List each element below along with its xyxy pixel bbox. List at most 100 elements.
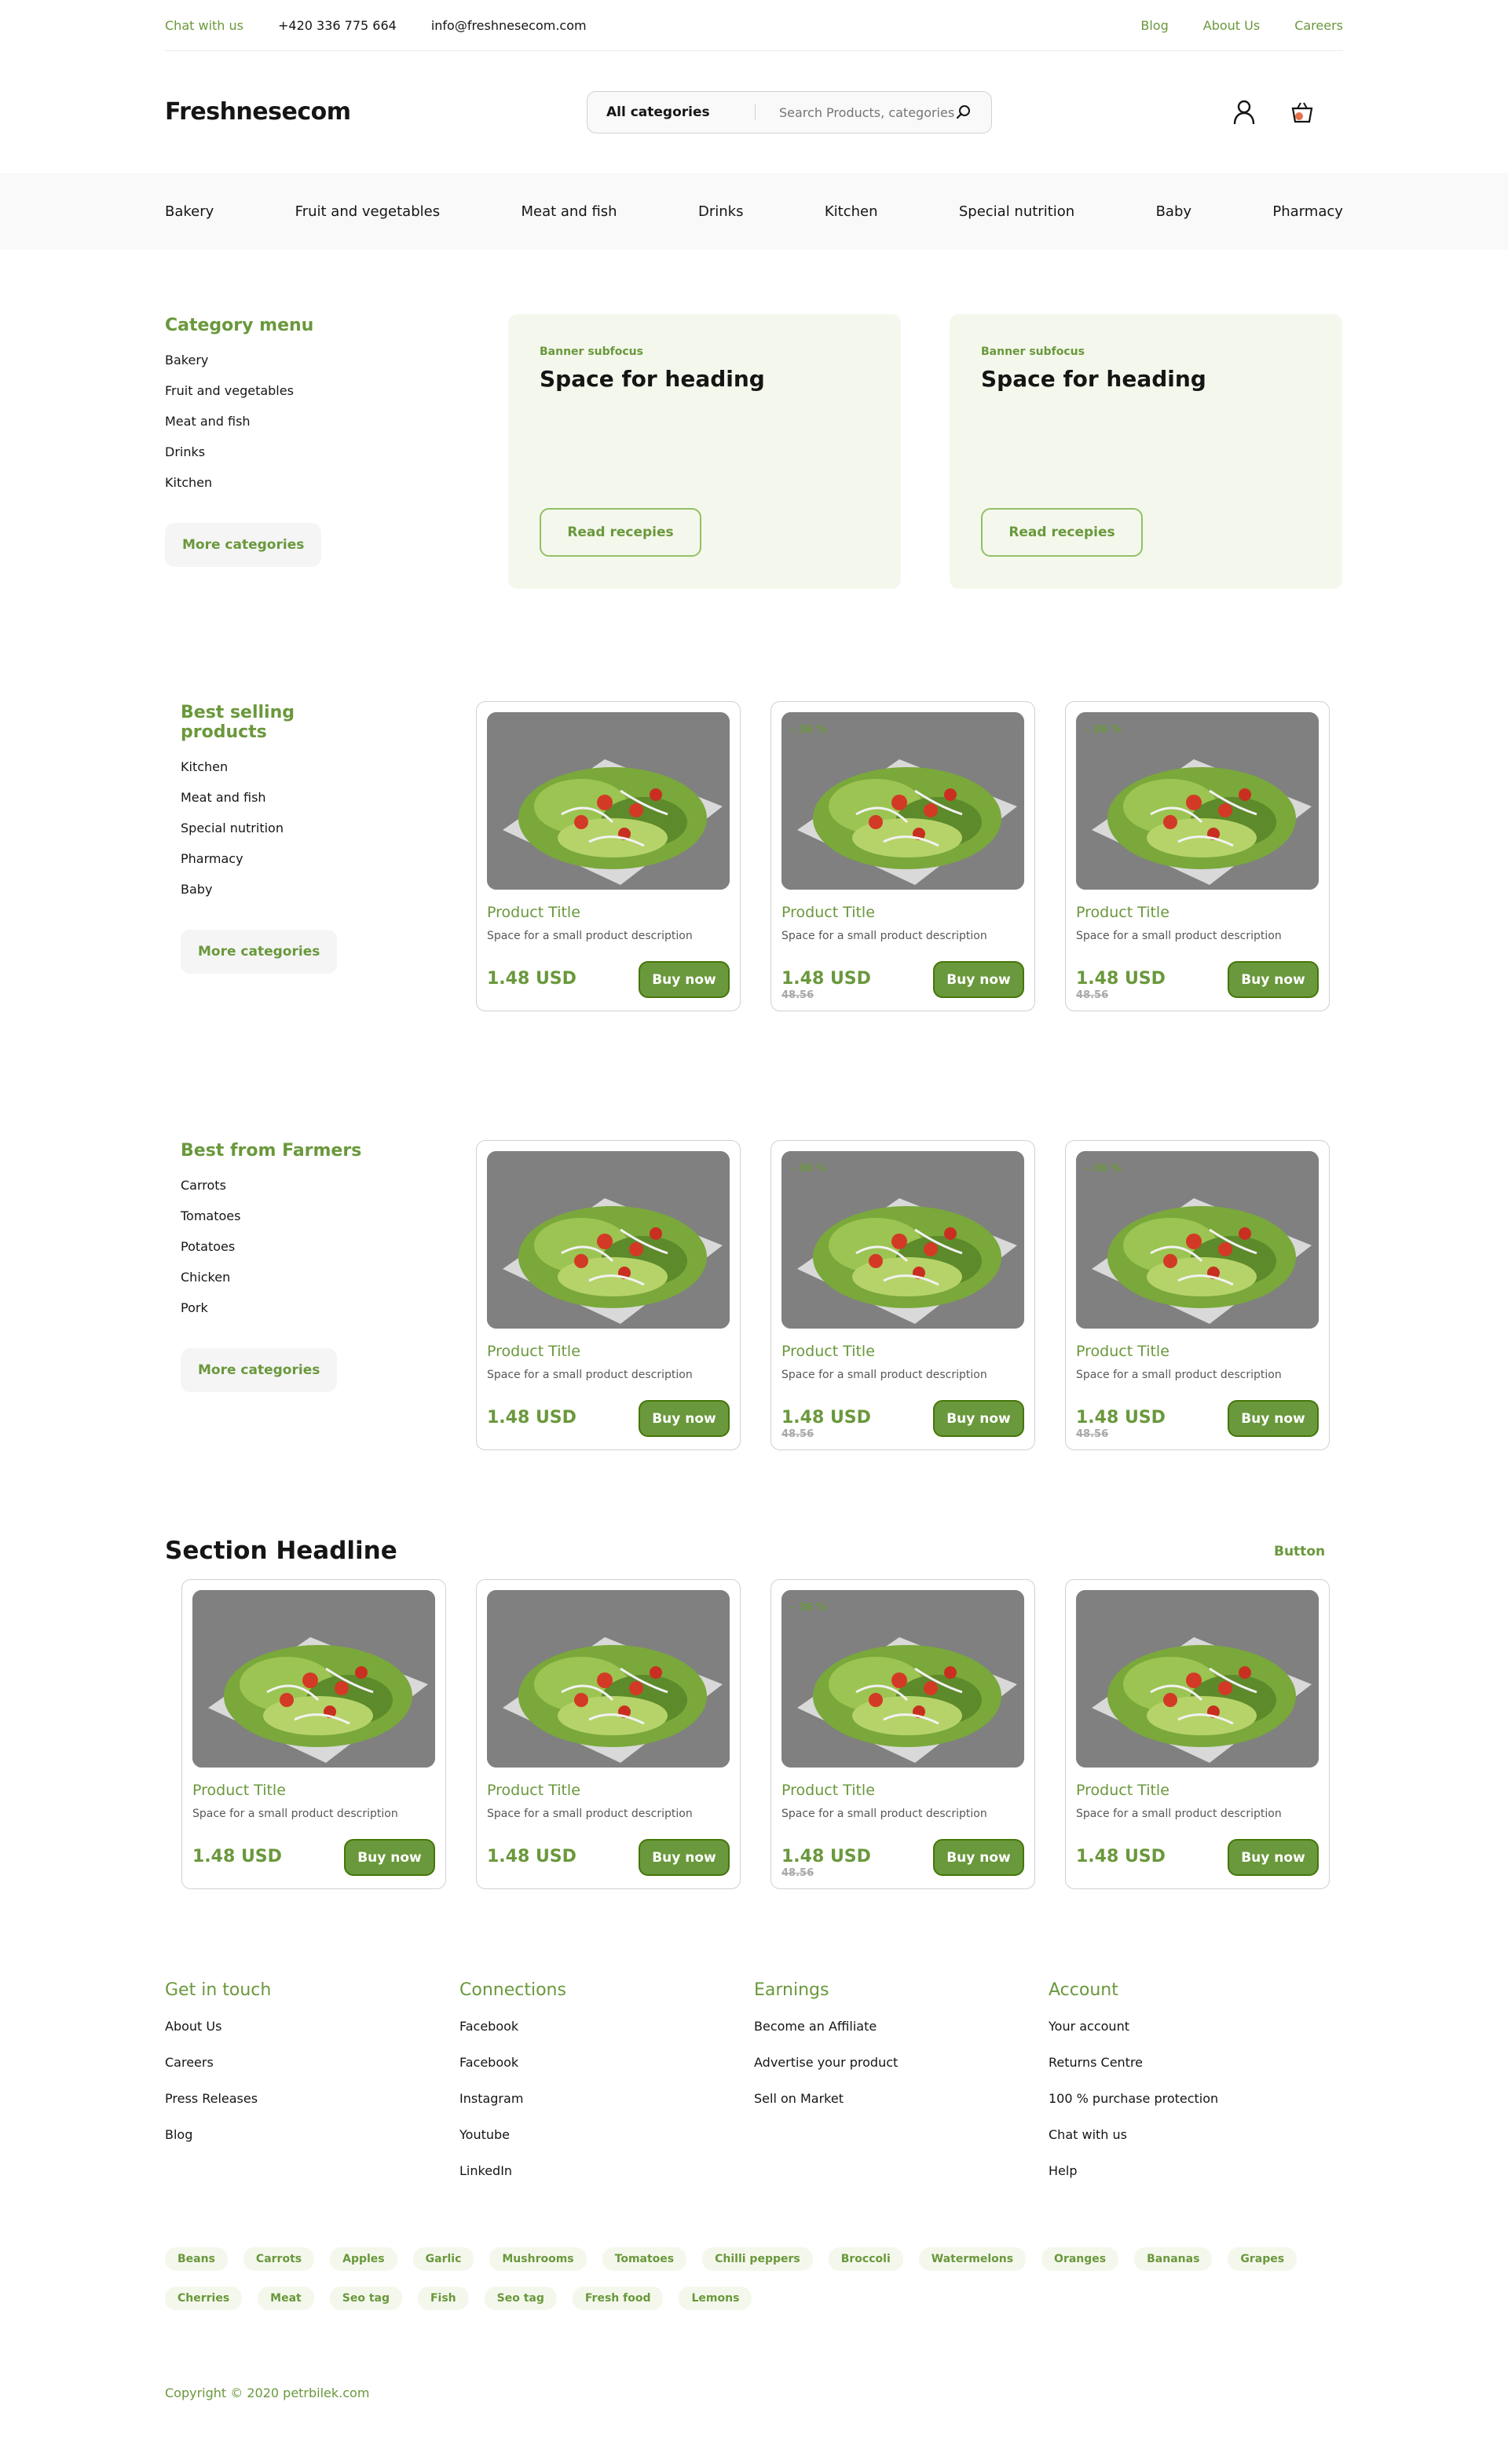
- category-item[interactable]: Chicken: [181, 1270, 385, 1285]
- product-title[interactable]: Product Title: [487, 1343, 580, 1360]
- category-item[interactable]: Meat and fish: [165, 414, 369, 429]
- category-item[interactable]: Kitchen: [181, 759, 385, 774]
- nav-item-special[interactable]: Special nutrition: [959, 203, 1074, 220]
- tag-chip[interactable]: Chilli peppers: [702, 2247, 813, 2271]
- product-image[interactable]: [487, 1590, 730, 1768]
- tag-chip[interactable]: Mushrooms: [489, 2247, 587, 2271]
- buy-now-button[interactable]: Buy now: [933, 961, 1024, 998]
- nav-item-drinks[interactable]: Drinks: [698, 203, 743, 220]
- footer-link[interactable]: Sell on Market: [754, 2091, 898, 2106]
- tag-chip[interactable]: Lemons: [679, 2287, 752, 2310]
- read-recipes-button[interactable]: Read recepies: [981, 508, 1143, 557]
- product-card[interactable]: - 36 % Product Title Space for a small p…: [770, 1140, 1035, 1450]
- more-categories-button[interactable]: More categories: [165, 523, 322, 567]
- tag-chip[interactable]: Bananas: [1134, 2247, 1213, 2271]
- footer-link[interactable]: Instagram: [459, 2091, 566, 2106]
- footer-link[interactable]: Youtube: [459, 2127, 566, 2142]
- product-image[interactable]: [1076, 712, 1319, 890]
- read-recipes-button[interactable]: Read recepies: [540, 508, 701, 557]
- category-item[interactable]: Special nutrition: [181, 821, 385, 835]
- footer-link[interactable]: Become an Affiliate: [754, 2019, 898, 2034]
- product-title[interactable]: Product Title: [487, 1782, 580, 1799]
- careers-link[interactable]: Careers: [1294, 18, 1343, 33]
- product-card[interactable]: Product Title Space for a small product …: [181, 1579, 446, 1889]
- buy-now-button[interactable]: Buy now: [639, 1839, 730, 1876]
- tag-chip[interactable]: Seo tag: [484, 2287, 557, 2310]
- tag-chip[interactable]: Seo tag: [329, 2287, 402, 2310]
- product-title[interactable]: Product Title: [781, 1343, 875, 1360]
- search-icon[interactable]: [955, 104, 972, 121]
- buy-now-button[interactable]: Buy now: [933, 1839, 1024, 1876]
- footer-link[interactable]: 100 % purchase protection: [1049, 2091, 1218, 2106]
- footer-link[interactable]: Blog: [165, 2127, 271, 2142]
- category-item[interactable]: Potatoes: [181, 1239, 385, 1254]
- footer-link[interactable]: Help: [1049, 2163, 1218, 2178]
- user-icon[interactable]: [1230, 98, 1258, 126]
- nav-item-pharmacy[interactable]: Pharmacy: [1272, 203, 1343, 220]
- product-card[interactable]: Product Title Space for a small product …: [476, 1140, 741, 1450]
- buy-now-button[interactable]: Buy now: [639, 961, 730, 998]
- tag-chip[interactable]: Garlic: [412, 2247, 474, 2271]
- nav-item-baby[interactable]: Baby: [1156, 203, 1191, 220]
- buy-now-button[interactable]: Buy now: [933, 1400, 1024, 1437]
- nav-item-fruit[interactable]: Fruit and vegetables: [295, 203, 440, 220]
- more-categories-button[interactable]: More categories: [181, 930, 338, 974]
- product-card[interactable]: - 36 % Product Title Space for a small p…: [770, 1579, 1035, 1889]
- category-item[interactable]: Pharmacy: [181, 851, 385, 866]
- product-image[interactable]: [1076, 1151, 1319, 1329]
- buy-now-button[interactable]: Buy now: [1228, 1839, 1319, 1876]
- nav-item-kitchen[interactable]: Kitchen: [825, 203, 878, 220]
- product-title[interactable]: Product Title: [1076, 1343, 1169, 1360]
- tag-chip[interactable]: Meat: [258, 2287, 314, 2310]
- section-button[interactable]: Button: [1274, 1544, 1325, 1559]
- email-address[interactable]: info@freshnesecom.com: [431, 18, 587, 33]
- product-image[interactable]: [781, 1590, 1024, 1768]
- product-title[interactable]: Product Title: [192, 1782, 286, 1799]
- product-card[interactable]: - 36 % Product Title Space for a small p…: [1065, 701, 1330, 1011]
- footer-link[interactable]: Returns Centre: [1049, 2055, 1218, 2070]
- tag-chip[interactable]: Tomatoes: [602, 2247, 687, 2271]
- product-title[interactable]: Product Title: [1076, 1782, 1169, 1799]
- category-select[interactable]: All categories: [606, 104, 756, 120]
- tag-chip[interactable]: Watermelons: [918, 2247, 1027, 2271]
- product-image[interactable]: [487, 1151, 730, 1329]
- product-card[interactable]: Product Title Space for a small product …: [1065, 1579, 1330, 1889]
- footer-link[interactable]: Advertise your product: [754, 2055, 898, 2070]
- blog-link[interactable]: Blog: [1140, 18, 1168, 33]
- tag-chip[interactable]: Apples: [330, 2247, 397, 2271]
- tag-chip[interactable]: Beans: [165, 2247, 228, 2271]
- category-item[interactable]: Pork: [181, 1300, 385, 1315]
- footer-link[interactable]: Facebook: [459, 2019, 566, 2034]
- buy-now-button[interactable]: Buy now: [344, 1839, 435, 1876]
- footer-link[interactable]: Careers: [165, 2055, 271, 2070]
- product-title[interactable]: Product Title: [1076, 904, 1169, 921]
- category-item[interactable]: Bakery: [165, 353, 369, 367]
- category-item[interactable]: Kitchen: [165, 475, 369, 490]
- product-card[interactable]: Product Title Space for a small product …: [476, 701, 741, 1011]
- logo[interactable]: Freshnesecom: [165, 98, 351, 126]
- product-title[interactable]: Product Title: [781, 904, 875, 921]
- product-image[interactable]: [781, 1151, 1024, 1329]
- footer-link[interactable]: About Us: [165, 2019, 271, 2034]
- tag-chip[interactable]: Fish: [417, 2287, 469, 2310]
- product-title[interactable]: Product Title: [487, 904, 580, 921]
- tag-chip[interactable]: Carrots: [243, 2247, 315, 2271]
- buy-now-button[interactable]: Buy now: [639, 1400, 730, 1437]
- search-input[interactable]: [756, 104, 955, 120]
- footer-link[interactable]: Chat with us: [1049, 2127, 1218, 2142]
- category-item[interactable]: Drinks: [165, 444, 369, 459]
- tag-chip[interactable]: Fresh food: [572, 2287, 664, 2310]
- category-item[interactable]: Meat and fish: [181, 790, 385, 805]
- footer-link[interactable]: Press Releases: [165, 2091, 271, 2106]
- nav-item-bakery[interactable]: Bakery: [165, 203, 214, 220]
- footer-link[interactable]: Your account: [1049, 2019, 1218, 2034]
- product-card[interactable]: - 36 % Product Title Space for a small p…: [1065, 1140, 1330, 1450]
- product-title[interactable]: Product Title: [781, 1782, 875, 1799]
- tag-chip[interactable]: Broccoli: [828, 2247, 903, 2271]
- more-categories-button[interactable]: More categories: [181, 1348, 338, 1392]
- tag-chip[interactable]: Oranges: [1041, 2247, 1119, 2271]
- product-image[interactable]: [192, 1590, 435, 1768]
- product-image[interactable]: [1076, 1590, 1319, 1768]
- footer-link[interactable]: Facebook: [459, 2055, 566, 2070]
- product-image[interactable]: [487, 712, 730, 890]
